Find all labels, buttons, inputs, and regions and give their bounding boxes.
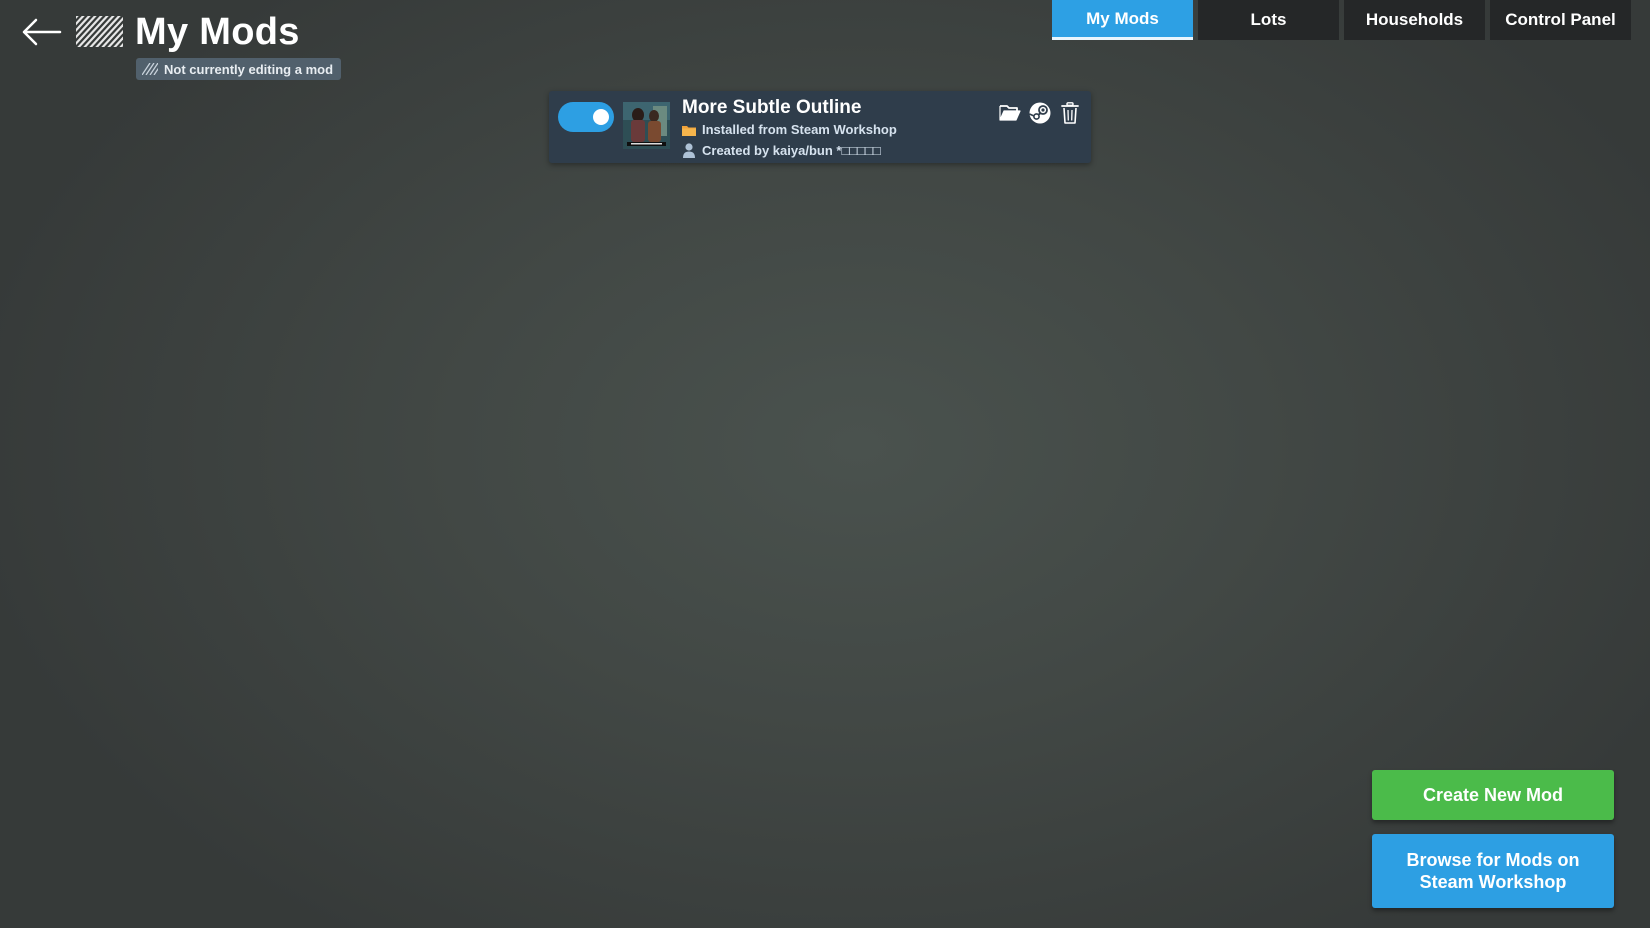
mod-source: Installed from Steam Workshop [682, 122, 897, 137]
hatched-square-icon [76, 16, 123, 47]
create-new-mod-button[interactable]: Create New Mod [1372, 770, 1614, 820]
mod-card[interactable]: More Subtle Outline Installed from Steam… [549, 91, 1091, 163]
page-title: My Mods [135, 11, 300, 53]
browse-workshop-button[interactable]: Browse for Mods on Steam Workshop [1372, 834, 1614, 908]
toggle-knob [593, 109, 609, 125]
mod-name: More Subtle Outline [682, 97, 862, 118]
open-folder-button[interactable] [999, 102, 1021, 124]
folder-open-icon [999, 105, 1021, 121]
hatched-square-icon [142, 63, 158, 75]
mod-author: Created by kaiya/bun *□□□□□ [682, 143, 881, 158]
folder-icon [682, 125, 696, 136]
edit-status-badge: Not currently editing a mod [136, 58, 342, 80]
mod-author-text: Created by kaiya/bun *□□□□□ [702, 143, 881, 158]
mod-actions [999, 102, 1081, 124]
tab-my-mods[interactable]: My Mods [1052, 0, 1193, 40]
arrow-left-icon [22, 18, 62, 46]
tab-lots[interactable]: Lots [1198, 0, 1339, 40]
mod-enabled-toggle[interactable] [558, 102, 614, 132]
tab-bar: My Mods Lots Households Control Panel [1052, 0, 1631, 40]
trash-icon [1061, 102, 1079, 124]
tab-control-panel[interactable]: Control Panel [1490, 0, 1631, 40]
edit-status-text: Not currently editing a mod [164, 61, 334, 77]
mod-source-text: Installed from Steam Workshop [702, 122, 897, 137]
mod-thumbnail [623, 102, 670, 149]
back-button[interactable] [16, 10, 66, 54]
steam-icon [1029, 102, 1051, 124]
user-icon [683, 143, 695, 158]
delete-mod-button[interactable] [1059, 102, 1081, 124]
steam-workshop-button[interactable] [1029, 102, 1051, 124]
tab-households[interactable]: Households [1344, 0, 1485, 40]
